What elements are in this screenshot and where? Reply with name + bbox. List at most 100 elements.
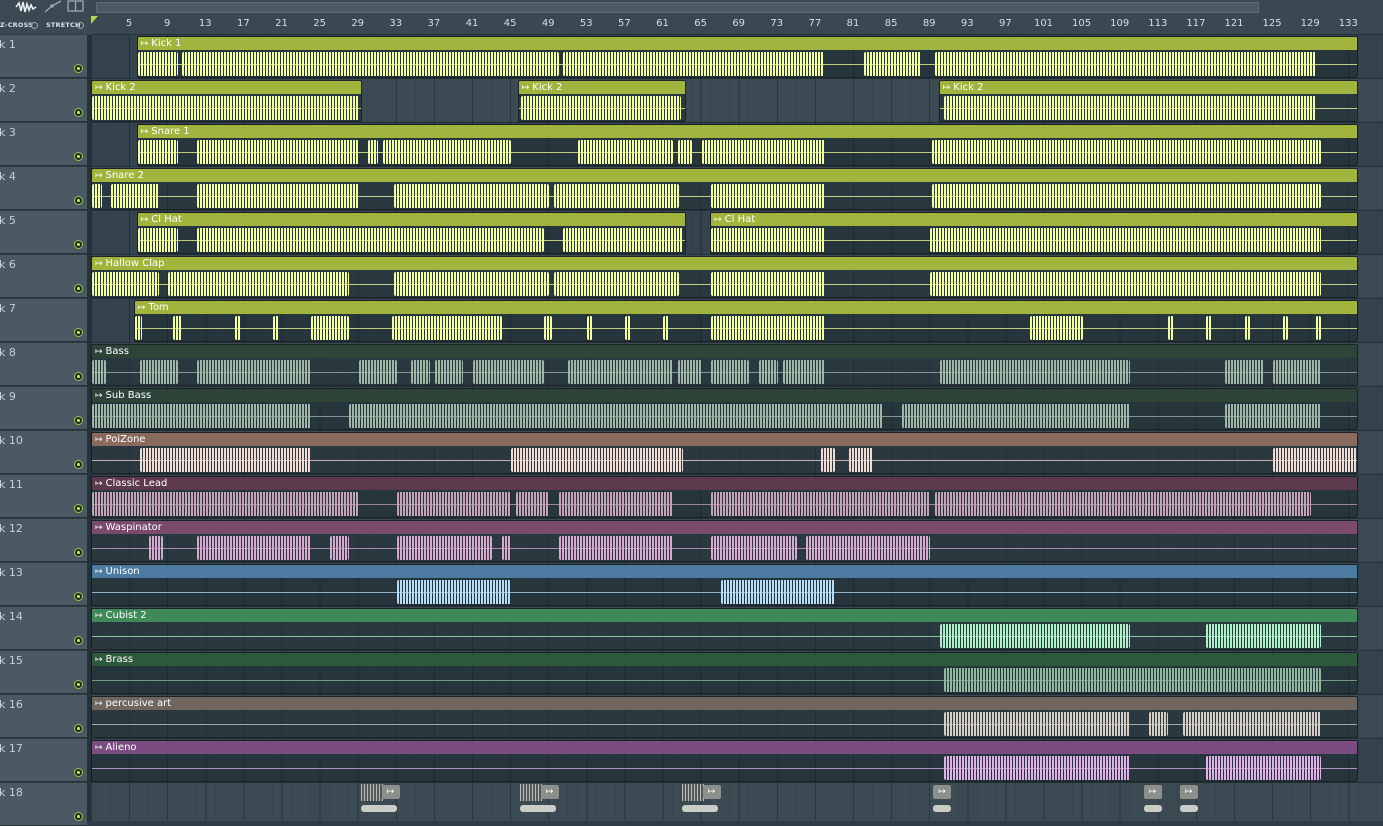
clip-menu-icon[interactable]: ↦ (95, 523, 103, 533)
audio-clip[interactable]: ↦ Kick 2 (938, 80, 1358, 122)
track-lane[interactable]: ↦ Cubist 2 (91, 607, 1383, 651)
audio-clip[interactable]: ↦ Tom (133, 300, 1358, 342)
clip-header[interactable]: ↦ Cubist 2 (92, 609, 1357, 622)
track-lane[interactable]: ↦ Kick 1 (91, 35, 1383, 79)
clip-header[interactable]: ↦ Kick 1 (137, 37, 1357, 50)
track-enable-led[interactable] (74, 284, 83, 293)
track-lane[interactable]: ↦ Brass (91, 651, 1383, 695)
track-enable-led[interactable] (74, 372, 83, 381)
track-header[interactable]: ck 9 (0, 387, 87, 430)
clip-header[interactable]: ↦ Sub Bass (92, 389, 1357, 402)
audio-clip[interactable]: ↦ Snare 1 (136, 124, 1358, 166)
clip-header[interactable]: ↦ Waspinator (92, 521, 1357, 534)
clip-header[interactable]: ↦ Bass (92, 345, 1357, 358)
audio-clip[interactable]: ↦ percusive art (91, 696, 1358, 738)
clip-menu-icon[interactable]: ↦ (141, 39, 149, 49)
audio-clip[interactable]: ↦ Snare 2 (91, 168, 1358, 210)
clip-menu-icon[interactable]: ↦ (95, 259, 103, 269)
pattern-clip[interactable]: ↦ (540, 785, 559, 799)
clip-header[interactable]: ↦ Snare 1 (137, 125, 1357, 138)
clip-menu-icon[interactable]: ↦ (95, 611, 103, 621)
track-header[interactable]: ck 2 (0, 79, 87, 122)
track-header[interactable]: ck 12 (0, 519, 87, 562)
audio-clip[interactable]: ↦ Classic Lead (91, 476, 1358, 518)
pattern-strip[interactable] (519, 784, 542, 801)
horizontal-scrollbar[interactable] (96, 2, 1259, 13)
clip-header[interactable]: ↦ percusive art (92, 697, 1357, 710)
clip-menu-icon[interactable]: ↦ (95, 83, 103, 93)
clip-menu-icon[interactable]: ↦ (141, 127, 149, 137)
audio-clip[interactable]: ↦ Bass (91, 344, 1358, 386)
track-lane[interactable]: ↦ Snare 1 (91, 123, 1383, 167)
track-header[interactable]: ck 1 (0, 35, 87, 78)
audio-clip[interactable]: ↦ Alieno (91, 740, 1358, 782)
track-header[interactable]: ck 7 (0, 299, 87, 342)
stretch-toggle[interactable] (77, 22, 84, 29)
track-lane[interactable]: ↦ Waspinator (91, 519, 1383, 563)
piano-roll-icon[interactable] (67, 0, 85, 14)
crossfade-toggle[interactable] (31, 22, 38, 29)
clip-menu-icon[interactable]: ↦ (95, 699, 103, 709)
track-enable-led[interactable] (74, 680, 83, 689)
audio-clip[interactable]: ↦ Cl Hat (710, 212, 1358, 254)
clip-menu-icon[interactable]: ↦ (95, 567, 103, 577)
pattern-strip[interactable] (360, 784, 383, 801)
clip-header[interactable]: ↦ Tom (134, 301, 1357, 314)
audio-clip[interactable]: ↦ Kick 2 (517, 80, 687, 122)
clip-menu-icon[interactable]: ↦ (95, 479, 103, 489)
clip-header[interactable]: ↦ Hallow Clap (92, 257, 1357, 270)
track-enable-led[interactable] (74, 240, 83, 249)
clip-header[interactable]: ↦ PoiZone (92, 433, 1357, 446)
clip-menu-icon[interactable]: ↦ (95, 435, 103, 445)
track-enable-led[interactable] (74, 636, 83, 645)
track-header[interactable]: ck 6 (0, 255, 87, 298)
track-enable-led[interactable] (74, 812, 83, 821)
audio-clip[interactable]: ↦ Unison (91, 564, 1358, 606)
audio-clip[interactable]: ↦ Kick 2 (91, 80, 363, 122)
waveform-icon[interactable] (15, 0, 37, 14)
track-header[interactable]: ck 14 (0, 607, 87, 650)
clip-menu-icon[interactable]: ↦ (522, 83, 530, 93)
clip-header[interactable]: ↦ Classic Lead (92, 477, 1357, 490)
clip-menu-icon[interactable]: ↦ (95, 655, 103, 665)
track-lane[interactable]: ↦ Snare 2 (91, 167, 1383, 211)
playhead-marker[interactable] (91, 16, 98, 24)
track-lane[interactable]: ↦ Bass (91, 343, 1383, 387)
clip-header[interactable]: ↦ Brass (92, 653, 1357, 666)
track-enable-led[interactable] (74, 152, 83, 161)
audio-clip[interactable]: ↦ Cubist 2 (91, 608, 1358, 650)
clip-header[interactable]: ↦ Kick 2 (939, 81, 1357, 94)
track-lane[interactable]: ↦ Hallow Clap (91, 255, 1383, 299)
track-header[interactable]: ck 18 (0, 783, 87, 826)
track-header[interactable]: ck 11 (0, 475, 87, 518)
clip-header[interactable]: ↦ Cl Hat (711, 213, 1357, 226)
track-header[interactable]: ck 3 (0, 123, 87, 166)
track-enable-led[interactable] (74, 724, 83, 733)
track-header[interactable]: ck 10 (0, 431, 87, 474)
clip-menu-icon[interactable]: ↦ (943, 83, 951, 93)
track-header[interactable]: ck 17 (0, 739, 87, 782)
clip-header[interactable]: ↦ Cl Hat (137, 213, 686, 226)
audio-clip[interactable]: ↦ PoiZone (91, 432, 1358, 474)
track-lane[interactable]: ↦ Classic Lead (91, 475, 1383, 519)
pattern-clip[interactable]: ↦ (702, 785, 721, 799)
clip-menu-icon[interactable]: ↦ (95, 743, 103, 753)
track-enable-led[interactable] (74, 504, 83, 513)
track-enable-led[interactable] (74, 196, 83, 205)
track-header[interactable]: ck 4 (0, 167, 87, 210)
track-lane[interactable]: ↦ PoiZone (91, 431, 1383, 475)
clip-menu-icon[interactable]: ↦ (95, 171, 103, 181)
audio-clip[interactable]: ↦ Kick 1 (136, 36, 1358, 78)
clip-menu-icon[interactable]: ↦ (95, 391, 103, 401)
track-lane[interactable]: ↦ percusive art (91, 695, 1383, 739)
track-lane[interactable]: ↦ Alieno (91, 739, 1383, 783)
audio-clip[interactable]: ↦ Brass (91, 652, 1358, 694)
track-lane[interactable]: ↦ Unison (91, 563, 1383, 607)
track-header[interactable]: ck 13 (0, 563, 87, 606)
audio-clip[interactable]: ↦ Cl Hat (136, 212, 687, 254)
audio-clip[interactable]: ↦ Sub Bass (91, 388, 1358, 430)
track-enable-led[interactable] (74, 768, 83, 777)
track-header[interactable]: ck 15 (0, 651, 87, 694)
timeline-ruler[interactable]: 5 9 13 17 21 25 29 33 37 41 45 49 53 57 61 65 69 73 77 81 85… (91, 16, 1383, 35)
track-enable-led[interactable] (74, 416, 83, 425)
